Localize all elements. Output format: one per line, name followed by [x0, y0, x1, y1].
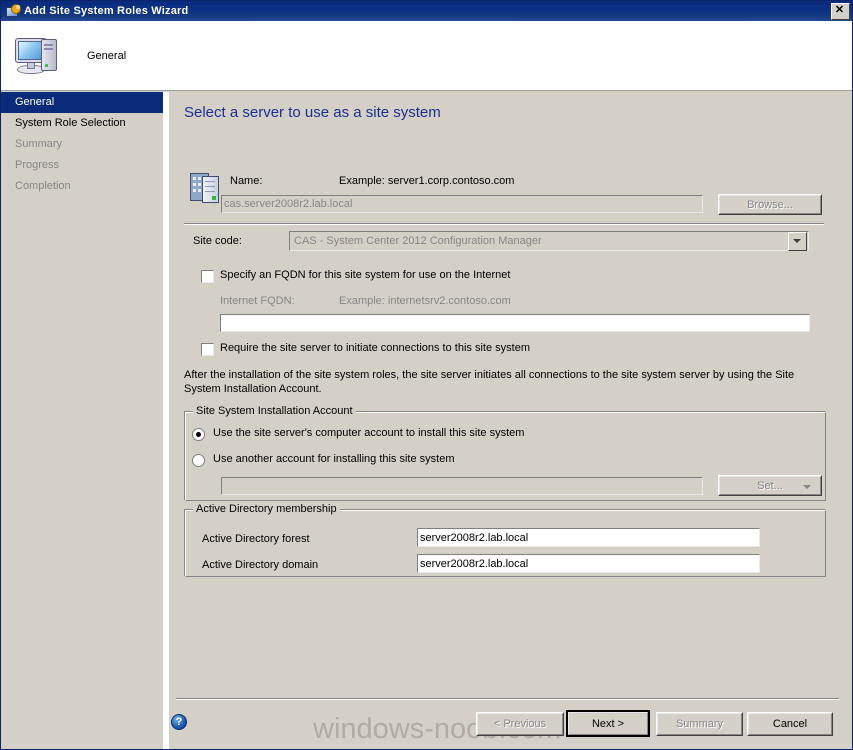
set-account-button: Set... [718, 475, 822, 496]
help-icon[interactable]: ? [171, 714, 187, 730]
specify-fqdn-label: Specify an FQDN for this site system for… [220, 269, 511, 281]
wizard-header: General [1, 21, 852, 91]
require-initiate-connections-label: Require the site server to initiate conn… [220, 342, 530, 354]
browse-button-label: Browse... [719, 195, 821, 214]
require-initiate-connections-checkbox[interactable] [201, 343, 214, 356]
name-example-label: Example: server1.corp.contoso.com [339, 175, 515, 187]
header-step-label: General [87, 49, 127, 62]
internet-fqdn-example-label: Example: internetsrv2.contoso.com [339, 295, 511, 307]
site-system-installation-account-title: Site System Installation Account [193, 405, 356, 417]
server-name-input[interactable]: cas.server2008r2.lab.local [221, 195, 703, 213]
previous-button-label: < Previous [477, 713, 563, 735]
summary-button-label: Summary [657, 713, 742, 735]
set-account-chevron-down-icon [803, 485, 811, 489]
internet-fqdn-input[interactable] [220, 314, 810, 332]
site-code-label: Site code: [193, 235, 242, 247]
next-button[interactable]: Next > [566, 710, 650, 737]
description-text: After the installation of the site syste… [184, 369, 795, 395]
page-title: Select a server to use as a site system [184, 104, 441, 121]
previous-button: < Previous [476, 712, 564, 736]
sidebar-item-completion: Completion [15, 180, 71, 192]
ad-domain-input[interactable]: server2008r2.lab.local [417, 554, 760, 573]
sidebar-item-summary: Summary [15, 138, 63, 150]
radio-use-computer-account-label: Use the site server's computer account t… [213, 427, 525, 439]
footer-separator [176, 698, 839, 700]
name-section-separator [184, 223, 824, 225]
sidebar-item-progress: Progress [15, 159, 60, 171]
add-site-system-roles-wizard-window: Add Site System Roles Wizard ✕ General G… [0, 0, 853, 750]
active-directory-membership-title: Active Directory membership [193, 503, 340, 515]
sidebar-item-system-role-selection[interactable]: System Role Selection [1, 113, 163, 134]
cancel-button-label: Cancel [748, 713, 832, 735]
name-label: Name: [230, 175, 263, 187]
radio-use-computer-account[interactable] [192, 428, 205, 441]
server-icon [190, 171, 222, 203]
radio-use-another-account-label: Use another account for installing this … [213, 453, 455, 465]
summary-button: Summary [656, 712, 743, 736]
ad-forest-input[interactable]: server2008r2.lab.local [417, 528, 760, 547]
ad-forest-label: Active Directory forest [202, 533, 310, 545]
radio-use-another-account[interactable] [192, 454, 205, 467]
wizard-content-panel: Select a server to use as a site system [169, 92, 852, 749]
install-account-input [221, 477, 703, 495]
ad-domain-label: Active Directory domain [202, 559, 319, 571]
wizard-step-list: General System Role Selection Summary Pr… [1, 92, 163, 749]
browse-button: Browse... [718, 194, 822, 215]
sidebar-item-general[interactable]: General [1, 92, 163, 113]
chevron-down-icon[interactable] [788, 231, 807, 251]
window-title: Add Site System Roles Wizard [24, 5, 189, 17]
specify-fqdn-checkbox[interactable] [201, 270, 214, 283]
next-button-label: Next > [568, 712, 648, 735]
site-code-value: CAS - System Center 2012 Configuration M… [294, 235, 542, 247]
title-bar: Add Site System Roles Wizard ✕ [1, 1, 852, 21]
wizard-icon [5, 3, 21, 19]
computer-icon [15, 35, 63, 77]
internet-fqdn-label: Internet FQDN: [220, 295, 295, 307]
cancel-button[interactable]: Cancel [747, 712, 833, 736]
site-code-select[interactable]: CAS - System Center 2012 Configuration M… [289, 231, 809, 251]
close-icon[interactable]: ✕ [831, 2, 850, 20]
close-glyph: ✕ [834, 3, 845, 16]
